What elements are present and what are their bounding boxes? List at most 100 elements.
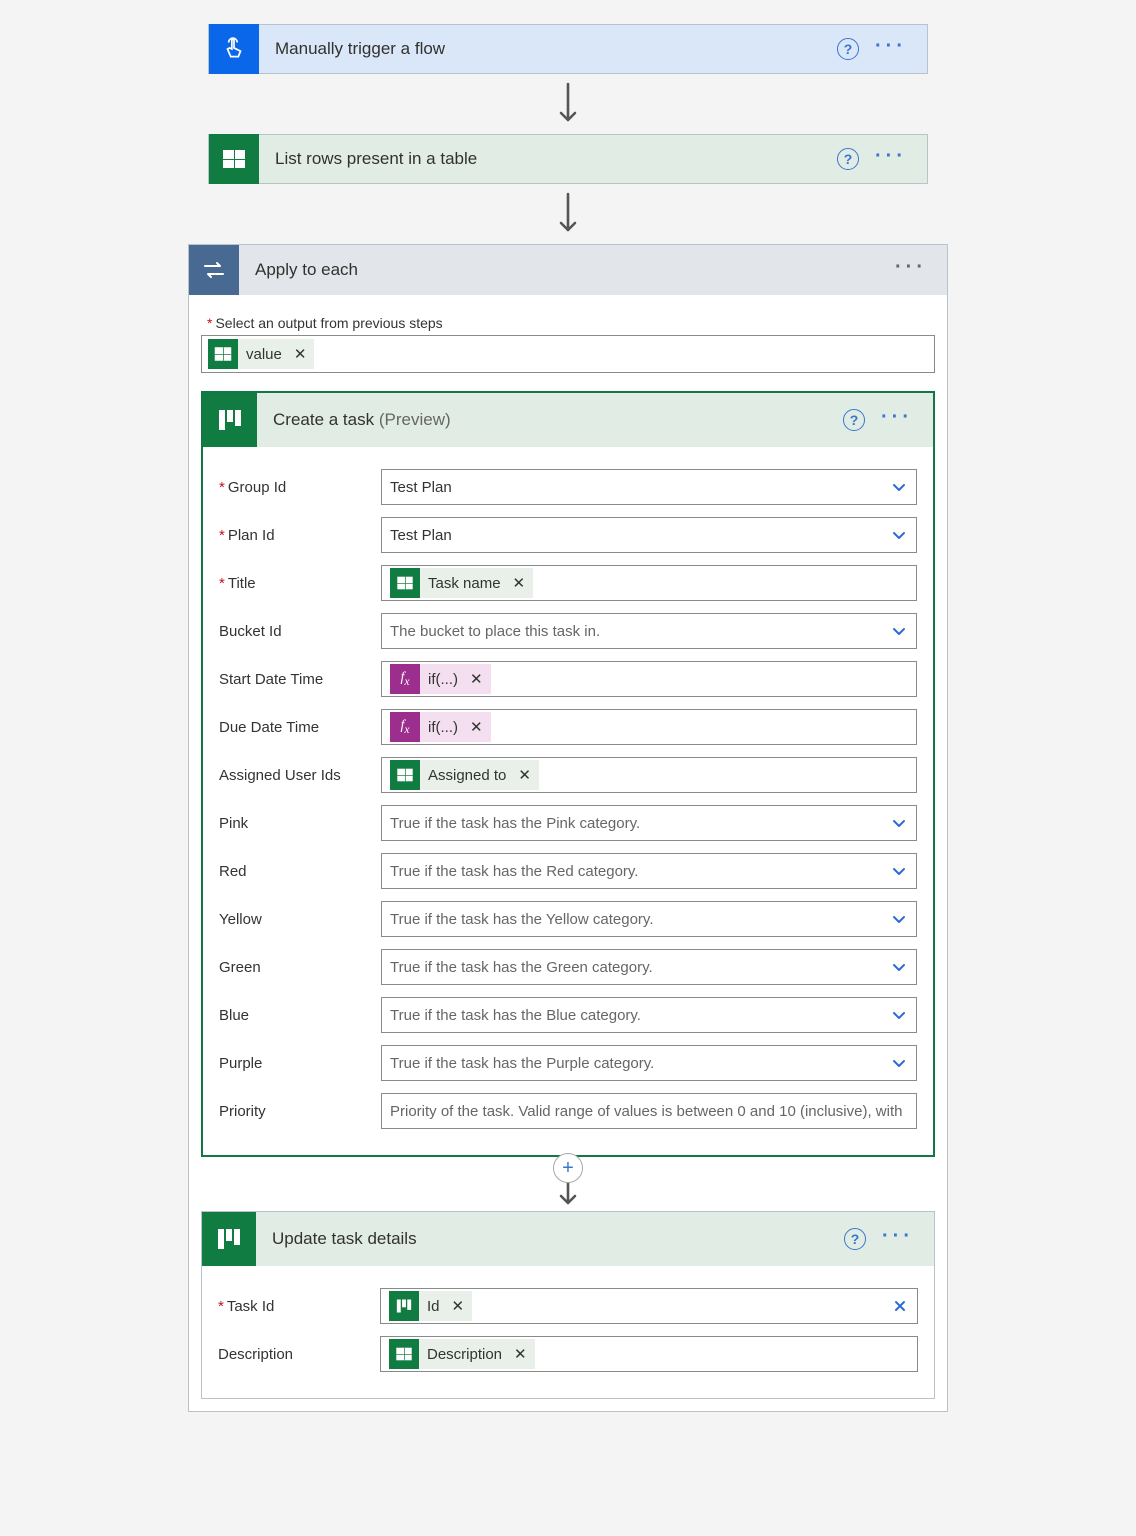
create-task-header[interactable]: Create a task (Preview) ? ··· (203, 393, 933, 447)
apply-to-each-container: Apply to each ··· Select an output from … (188, 244, 948, 1412)
field-taskId: Task IdId✕ (218, 1288, 918, 1324)
field-placeholder: Priority of the task. Valid range of val… (390, 1103, 902, 1120)
token-icon (390, 568, 420, 598)
field-input[interactable]: True if the task has the Yellow category… (381, 901, 917, 937)
token-icon (389, 1339, 419, 1369)
field-description: Description Description ✕ (218, 1336, 918, 1372)
field-input[interactable]: fx if(...) ✕ (381, 709, 917, 745)
apply-to-each-header[interactable]: Apply to each ··· (189, 245, 947, 295)
field-planId: Plan Id Test Plan (219, 517, 917, 553)
token-label: Id (427, 1298, 440, 1315)
update-task-card: Update task details ? ··· Task IdId✕Desc… (201, 1211, 935, 1399)
chevron-down-icon (890, 862, 908, 880)
token-label: if(...) (428, 719, 458, 736)
field-label: Purple (219, 1055, 369, 1072)
field-label: Plan Id (219, 527, 369, 544)
chevron-down-icon (890, 814, 908, 832)
field-input[interactable]: True if the task has the Red category. (381, 853, 917, 889)
remove-icon[interactable]: ✕ (294, 345, 307, 363)
remove-icon[interactable]: ✕ (518, 766, 531, 784)
field-value: Test Plan (390, 527, 452, 544)
step-trigger-title: Manually trigger a flow (259, 39, 837, 59)
field-label: Pink (219, 815, 369, 832)
field-bucketId: Bucket Id The bucket to place this task i… (219, 613, 917, 649)
token[interactable]: Task name✕ (390, 568, 533, 598)
create-task-card: Create a task (Preview) ? ··· Group IdTe… (201, 391, 935, 1157)
field-input[interactable]: The bucket to place this task in. (381, 613, 917, 649)
field-label: Start Date Time (219, 671, 369, 688)
select-output-label: Select an output from previous steps (207, 315, 935, 331)
field-placeholder: True if the task has the Red category. (390, 863, 638, 880)
chevron-down-icon (890, 622, 908, 640)
apply-to-each-title: Apply to each (239, 260, 895, 280)
field-label: Red (219, 863, 369, 880)
step-trigger[interactable]: Manually trigger a flow ? ··· (208, 24, 928, 74)
field-assigned: Assigned User Ids Assigned to✕ (219, 757, 917, 793)
remove-icon[interactable]: ✕ (470, 718, 483, 736)
field-label: Description (218, 1346, 368, 1363)
token-icon: fx (390, 664, 420, 694)
token[interactable]: Id ✕ (389, 1291, 472, 1321)
token-icon (389, 1291, 419, 1321)
token[interactable]: fx if(...) ✕ (390, 712, 491, 742)
field-startDate: Start Date Time fxif(...)✕ (219, 661, 917, 697)
clear-icon[interactable] (891, 1297, 909, 1315)
field-input[interactable]: True if the task has the Pink category. (381, 805, 917, 841)
field-input[interactable]: True if the task has the Blue category. (381, 997, 917, 1033)
token-icon: fx (390, 712, 420, 742)
field-input[interactable]: Test Plan (381, 469, 917, 505)
chevron-down-icon (890, 1054, 908, 1072)
help-icon[interactable]: ? (843, 409, 865, 431)
field-input[interactable]: True if the task has the Purple category… (381, 1045, 917, 1081)
help-icon[interactable]: ? (837, 148, 859, 170)
token[interactable]: Assigned to✕ (390, 760, 539, 790)
field-label: Assigned User Ids (219, 767, 369, 784)
field-input[interactable]: True if the task has the Green category. (381, 949, 917, 985)
step-list-rows-title: List rows present in a table (259, 149, 837, 169)
add-step-button[interactable]: + (553, 1153, 583, 1183)
arrow-icon (0, 192, 1136, 236)
field-input[interactable]: Id ✕ (380, 1288, 918, 1324)
step-list-rows[interactable]: List rows present in a table ? ··· (208, 134, 928, 184)
field-input[interactable]: Task name✕ (381, 565, 917, 601)
help-icon[interactable]: ? (837, 38, 859, 60)
field-purple: Purple True if the task has the Purple ca… (219, 1045, 917, 1081)
token-icon (390, 760, 420, 790)
token[interactable]: Description ✕ (389, 1339, 535, 1369)
field-title: Title Task name✕ (219, 565, 917, 601)
field-placeholder: True if the task has the Pink category. (390, 815, 640, 832)
create-task-title: Create a task (Preview) (257, 410, 843, 430)
field-pink: Pink True if the task has the Pink catego… (219, 805, 917, 841)
chevron-down-icon (890, 1006, 908, 1024)
field-label: Bucket Id (219, 623, 369, 640)
field-placeholder: The bucket to place this task in. (390, 623, 600, 640)
update-task-title: Update task details (256, 1229, 844, 1249)
remove-icon[interactable]: ✕ (514, 1345, 527, 1363)
help-icon[interactable]: ? (844, 1228, 866, 1250)
remove-icon[interactable]: ✕ (470, 670, 483, 688)
update-task-header[interactable]: Update task details ? ··· (202, 1212, 934, 1266)
chevron-down-icon (890, 526, 908, 544)
field-input[interactable]: Priority of the task. Valid range of val… (381, 1093, 917, 1129)
field-input[interactable]: Test Plan (381, 517, 917, 553)
field-input[interactable]: fxif(...)✕ (381, 661, 917, 697)
field-input[interactable]: Assigned to✕ (381, 757, 917, 793)
field-input[interactable]: Description ✕ (380, 1336, 918, 1372)
field-label: Blue (219, 1007, 369, 1024)
field-placeholder: True if the task has the Green category. (390, 959, 653, 976)
remove-icon[interactable]: ✕ (452, 1297, 465, 1315)
field-green: Green True if the task has the Green cate… (219, 949, 917, 985)
select-output-field[interactable]: value ✕ (201, 335, 935, 373)
arrow-icon (201, 1179, 935, 1209)
field-label: Title (219, 575, 369, 592)
field-groupId: Group IdTest Plan (219, 469, 917, 505)
token-label: Description (427, 1346, 502, 1363)
field-label: Green (219, 959, 369, 976)
token-value[interactable]: value ✕ (208, 339, 314, 369)
token[interactable]: fxif(...)✕ (390, 664, 491, 694)
excel-icon (209, 134, 259, 184)
chevron-down-icon (890, 478, 908, 496)
remove-icon[interactable]: ✕ (513, 574, 526, 592)
field-priority: PriorityPriority of the task. Valid rang… (219, 1093, 917, 1129)
field-label: Due Date Time (219, 719, 369, 736)
